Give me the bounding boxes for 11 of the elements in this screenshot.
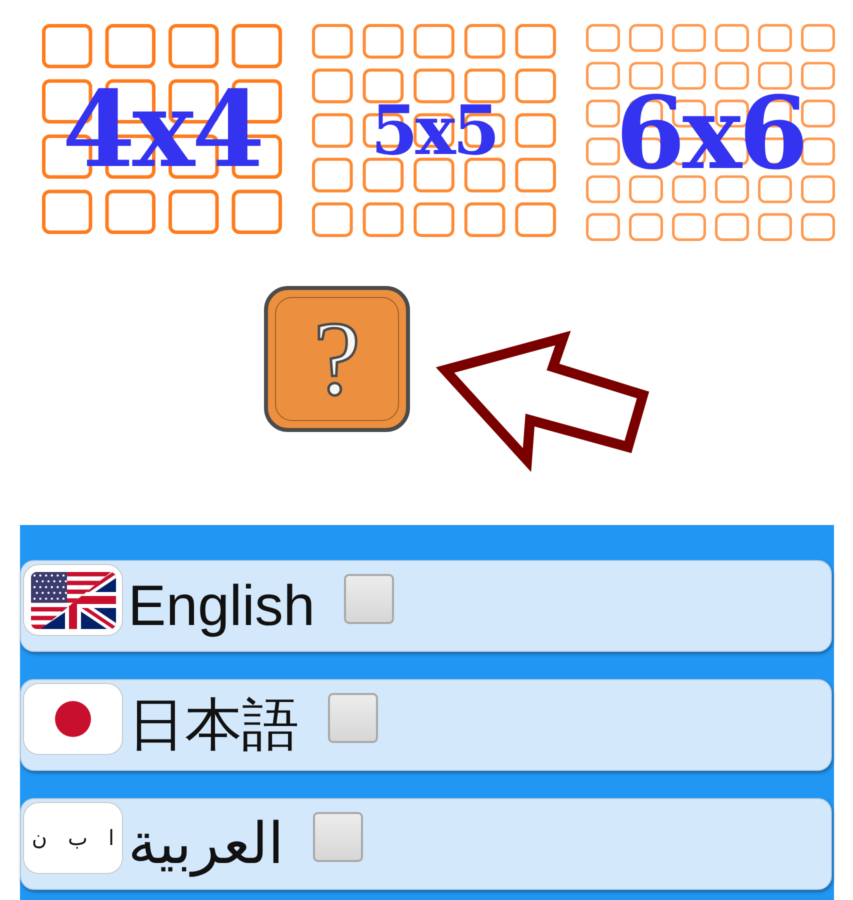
letters-tile: ا ب ن [23, 802, 123, 874]
language-item[interactable]: 日本語 [20, 679, 832, 771]
flag-icon [23, 564, 123, 636]
checkbox[interactable] [344, 574, 394, 624]
language-label: 日本語 [128, 697, 299, 754]
checkbox[interactable] [312, 812, 363, 862]
language-label: English [128, 578, 315, 635]
language-item[interactable]: ا ب ن العربية [20, 798, 832, 890]
flag-icon [23, 683, 123, 755]
checkbox[interactable] [328, 693, 378, 743]
language-item[interactable]: English [20, 560, 832, 652]
